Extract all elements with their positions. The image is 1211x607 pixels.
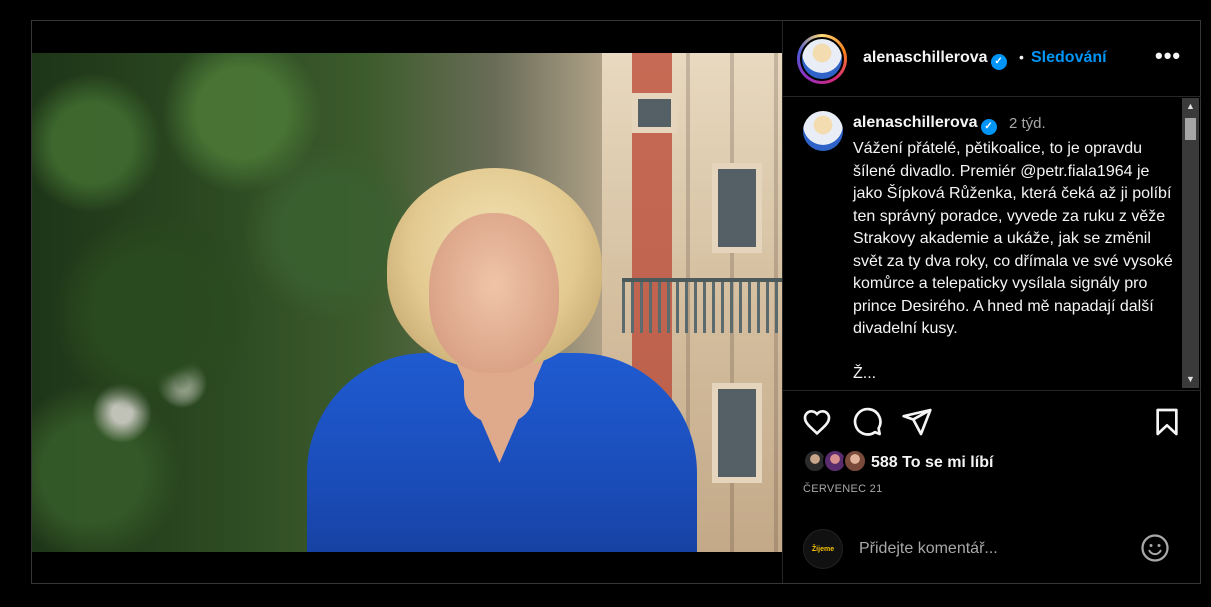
- post-header: alenaschillerova ✓ • Sledování •••: [783, 21, 1201, 97]
- liker-avatar[interactable]: [843, 449, 867, 473]
- post-media[interactable]: [32, 21, 782, 583]
- post-photo[interactable]: [32, 53, 782, 552]
- photo-window: [712, 383, 762, 483]
- comment-input[interactable]: [859, 537, 1119, 561]
- avatar[interactable]: [803, 111, 843, 151]
- heart-icon[interactable]: [801, 406, 833, 438]
- scroll-down-icon[interactable]: ▼: [1182, 371, 1199, 388]
- post-side-panel: alenaschillerova ✓ • Sledování ••• alenas…: [782, 21, 1201, 583]
- photo-person-face: [429, 213, 559, 373]
- story-ring[interactable]: [797, 34, 847, 84]
- bookmark-icon[interactable]: [1151, 406, 1183, 438]
- caption-area[interactable]: alenaschillerova ✓ 2 týd. Vážení přátelé,…: [783, 98, 1201, 390]
- post-actions: 588 To se mi líbí ČERVENEC 21: [783, 390, 1201, 540]
- photo-window: [712, 163, 762, 253]
- more-options-icon[interactable]: •••: [1155, 43, 1181, 69]
- caption-username[interactable]: alenaschillerova ✓: [853, 114, 997, 135]
- likes-count[interactable]: 588 To se mi líbí: [871, 454, 993, 472]
- caption-timestamp[interactable]: 2 týd.: [1009, 115, 1046, 132]
- avatar[interactable]: [802, 39, 842, 79]
- verified-icon: ✓: [990, 54, 1007, 70]
- commenter-avatar[interactable]: Žijeme trhem: [803, 529, 843, 569]
- emoji-icon[interactable]: [1140, 533, 1170, 563]
- comment-icon[interactable]: [851, 406, 883, 438]
- scroll-up-icon[interactable]: ▲: [1182, 98, 1199, 115]
- post-dialog: alenaschillerova ✓ • Sledování ••• alenas…: [31, 20, 1201, 584]
- share-icon[interactable]: [901, 406, 933, 438]
- header-username[interactable]: alenaschillerova ✓: [863, 49, 1007, 70]
- avatar-frame: [800, 37, 844, 81]
- caption-scrollbar[interactable]: ▲ ▼: [1182, 98, 1199, 388]
- header-separator: •: [1019, 49, 1024, 65]
- comment-box: Žijeme trhem: [783, 521, 1201, 583]
- following-button[interactable]: Sledování: [1031, 49, 1107, 67]
- caption-username-text[interactable]: alenaschillerova: [853, 114, 978, 131]
- scrollbar-thumb[interactable]: [1185, 118, 1196, 140]
- caption-text: Vážení přátelé, pětikoalice, to je oprav…: [853, 140, 1173, 382]
- header-username-text[interactable]: alenaschillerova: [863, 49, 988, 66]
- post-date[interactable]: ČERVENEC 21: [803, 483, 883, 495]
- photo-balcony: [622, 278, 782, 333]
- photo-window: [632, 93, 677, 133]
- caption-avatar[interactable]: [803, 111, 843, 151]
- verified-icon: ✓: [980, 119, 997, 135]
